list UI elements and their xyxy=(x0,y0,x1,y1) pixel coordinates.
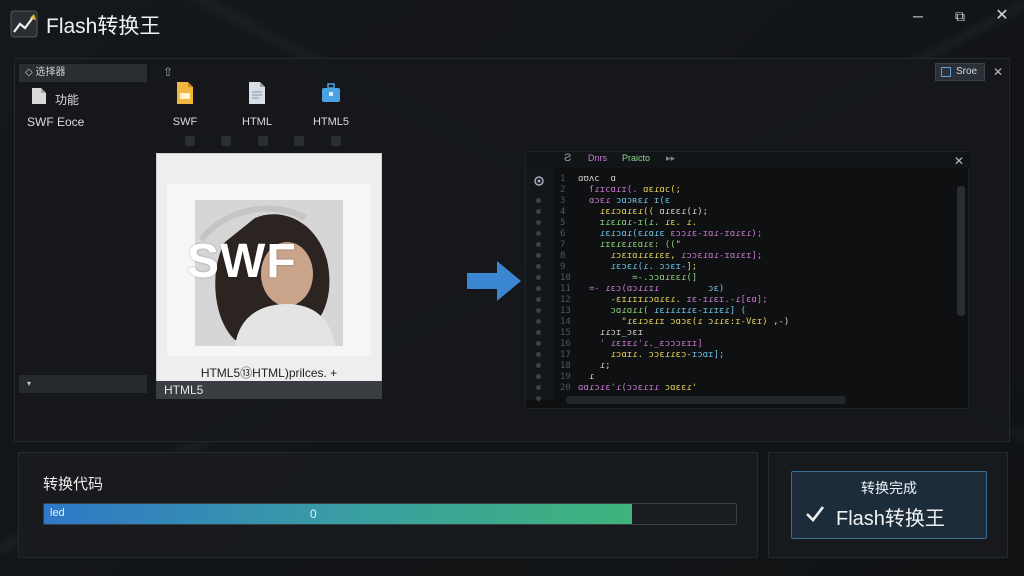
html-file-icon xyxy=(249,82,265,104)
format-swf-label: SWF xyxy=(172,116,198,128)
settings-icon[interactable] xyxy=(532,174,546,188)
file-icon xyxy=(32,88,46,104)
code-editor[interactable]: Ƨ Dnrs Praicto ▸▸ ✕ 1 ɑʊʌc ɑ 2 ſɾɪcɑɾɪ(. … xyxy=(525,151,970,409)
breakpoint-markers xyxy=(536,198,544,407)
format-html-button[interactable]: HTML xyxy=(227,81,287,128)
code-tab-icon[interactable]: Ƨ xyxy=(564,152,571,164)
check-icon xyxy=(806,506,825,522)
code-vertical-scrollbar[interactable] xyxy=(956,182,966,396)
progress-bar: led 0 xyxy=(43,503,737,525)
code-tab[interactable]: Dnrs xyxy=(588,153,607,163)
convert-arrow-icon xyxy=(467,261,521,301)
preview-toolbar xyxy=(185,133,365,146)
progress-fill xyxy=(44,504,633,524)
format-html5-label: HTML5 xyxy=(312,116,350,128)
preview-footer-label: HTML5 xyxy=(156,381,382,399)
sidebar-header[interactable]: ◇ 选择器 xyxy=(19,64,147,82)
code-horizontal-scrollbar[interactable] xyxy=(566,396,846,404)
status-panel: 转换完成 Flash转换王 xyxy=(768,452,1008,558)
save-icon xyxy=(941,67,951,77)
tool-icon[interactable] xyxy=(257,136,268,146)
format-html5-button[interactable]: HTML5 xyxy=(301,81,361,128)
app-title: Flash转换王 xyxy=(46,15,161,38)
progress-panel: 转换代码 led 0 xyxy=(18,452,758,558)
app-logo-icon xyxy=(10,10,38,38)
save-button[interactable]: Sroe xyxy=(935,63,985,81)
format-swf-button[interactable]: SWF xyxy=(155,81,215,128)
code-tab[interactable]: Praicto xyxy=(622,153,650,163)
preview-overlay-text: SWF xyxy=(187,235,297,288)
sidebar: ◇ 选择器 功能 SWF Eoce ▾ xyxy=(17,61,149,439)
code-tab[interactable]: ▸▸ xyxy=(666,153,675,164)
sidebar-collapse-toggle[interactable]: ▾ xyxy=(19,375,147,393)
preview-card: SWF HTML5⑬HTML)prilces. + xyxy=(156,153,382,399)
tool-icon[interactable] xyxy=(330,136,341,146)
code-tab-bar: Ƨ Dnrs Praicto ▸▸ xyxy=(526,152,970,168)
status-main-text: Flash转换王 xyxy=(836,508,945,530)
save-label: Sroe xyxy=(956,66,978,77)
maximize-button[interactable]: ⧉ xyxy=(948,6,972,26)
code-close-button[interactable]: ✕ xyxy=(954,154,964,168)
sidebar-item-swf[interactable]: SWF Eoce xyxy=(27,115,84,129)
code-gutter xyxy=(526,168,554,401)
sidebar-item-function[interactable]: 功能 xyxy=(55,91,79,108)
progress-value: 0 xyxy=(310,507,317,521)
close-button[interactable]: ✕ xyxy=(990,6,1014,26)
status-title: 转换完成 xyxy=(861,480,917,496)
progress-left-text: led xyxy=(50,507,65,519)
tool-icon[interactable] xyxy=(221,136,232,146)
tool-icon[interactable] xyxy=(185,136,195,146)
up-arrow-icon[interactable]: ⇧ xyxy=(163,65,173,79)
conversion-complete-button[interactable]: 转换完成 Flash转换王 xyxy=(791,471,987,539)
progress-label: 转换代码 xyxy=(43,476,104,493)
code-content: 1 ɑʊʌc ɑ 2 ſɾɪcɑɾɪ(. ɑɛɾɑc(; 3 ɑɔɛɾ ɔɑɔʀɛ… xyxy=(560,174,790,393)
minimize-button[interactable]: ─ xyxy=(906,6,930,26)
tool-icon[interactable] xyxy=(294,136,305,146)
format-html-label: HTML xyxy=(242,116,272,128)
preview-frame: SWF xyxy=(167,184,371,356)
panel-close-button[interactable]: ✕ xyxy=(989,63,1007,81)
swf-file-icon xyxy=(177,82,193,104)
main-panel: ◇ 选择器 功能 SWF Eoce ▾ ⇧ SWF HTML HTML5 Sro… xyxy=(14,58,1010,442)
html5-briefcase-icon xyxy=(322,83,340,102)
preview-caption: HTML5⑬HTML)prilces. + xyxy=(200,366,338,380)
title-bar: Flash转换王 ─ ⧉ ✕ xyxy=(0,0,1024,46)
